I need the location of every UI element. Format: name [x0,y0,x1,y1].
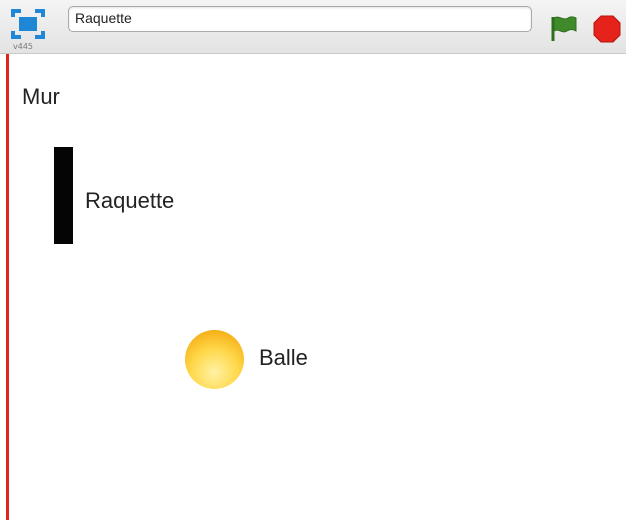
wall-sprite[interactable] [6,54,9,520]
stop-button[interactable] [592,14,622,44]
stop-sign-icon [593,15,621,43]
paddle-sprite[interactable] [54,147,73,244]
version-label: v445 [13,42,34,51]
presentation-mode-button[interactable] [10,6,46,42]
fullscreen-icon [11,9,45,39]
wall-label: Mur [22,84,60,109]
project-title-field[interactable]: Raquette [68,6,532,32]
green-flag-icon [551,16,577,41]
ball-label: Balle [259,345,308,370]
paddle-label: Raquette [85,188,175,213]
player-toolbar: v445 Raquette [0,0,626,54]
scratch-player-window: v445 Raquette Mur Raquette Balle [0,0,626,520]
ball-sprite[interactable] [185,330,244,389]
green-flag-button[interactable] [549,14,579,42]
stage-canvas[interactable]: Mur Raquette Balle [0,54,626,520]
